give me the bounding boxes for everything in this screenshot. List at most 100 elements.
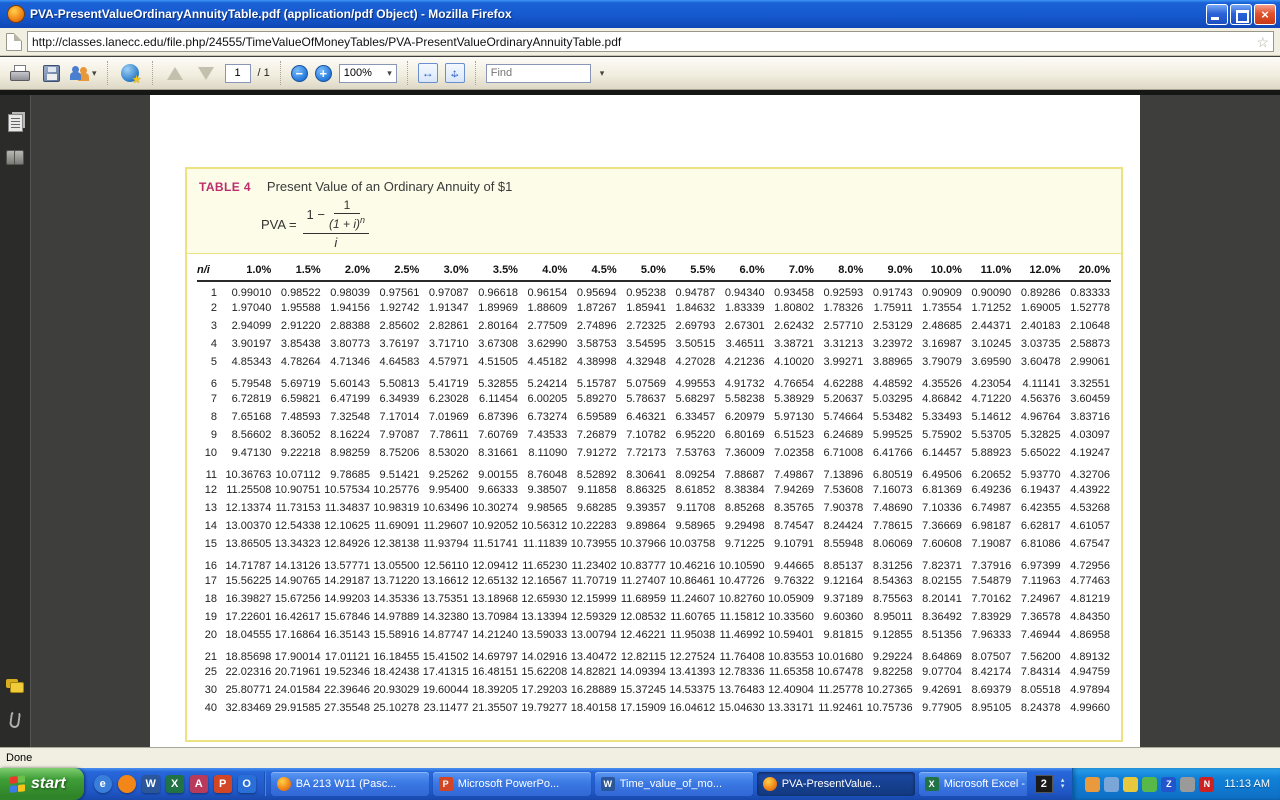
value-cell: 6.23028	[420, 390, 469, 408]
value-cell: 10.10590	[716, 553, 765, 572]
value-cell: 17.16864	[272, 626, 321, 644]
find-field[interactable]	[486, 64, 591, 83]
value-cell: 1.69005	[1012, 299, 1061, 317]
value-cell: 5.60143	[322, 371, 371, 390]
word-icon[interactable]: W	[142, 775, 160, 793]
toolbar-chevrons-icon[interactable]: ▴▾	[1061, 778, 1065, 790]
firefox-icon[interactable]	[118, 775, 136, 793]
zoom-in-button[interactable]: +	[315, 65, 332, 82]
print-button[interactable]	[8, 60, 32, 86]
value-cell: 6.59589	[568, 408, 617, 426]
internet-explorer-icon[interactable]: e	[94, 775, 112, 793]
value-cell: 14.97889	[371, 608, 420, 626]
value-cell: 12.56110	[420, 553, 469, 572]
url-input[interactable]	[32, 35, 1256, 49]
value-cell: 8.30641	[618, 462, 667, 481]
value-cell: 1.83339	[716, 299, 765, 317]
excel-icon[interactable]: X	[166, 775, 184, 793]
collaborate-button[interactable]: ▾	[70, 60, 97, 86]
bookmark-star-icon[interactable]: ☆	[1256, 35, 1269, 49]
fit-page-button[interactable]: ↔↕	[445, 63, 465, 83]
value-cell: 8.05518	[1012, 681, 1061, 699]
value-cell: 9.29224	[864, 644, 913, 663]
taskbar-task[interactable]: PMicrosoft PowerPo...	[433, 772, 591, 796]
value-cell: 9.39357	[618, 499, 667, 517]
minimize-button[interactable]	[1206, 4, 1228, 25]
value-cell: 15.62208	[519, 663, 568, 681]
powerpoint-icon[interactable]: P	[214, 775, 232, 793]
taskbar-task[interactable]: WTime_value_of_mo...	[595, 772, 753, 796]
fit-width-button[interactable]: ↔	[418, 63, 438, 83]
value-cell: 2.44371	[963, 317, 1012, 335]
value-cell: 6.74987	[963, 499, 1012, 517]
pdf-canvas[interactable]: TABLE 4 Present Value of an Ordinary Ann…	[31, 95, 1280, 747]
value-cell: 22.39646	[322, 681, 371, 699]
browser-window: PVA-PresentValueOrdinaryAnnuityTable.pdf…	[0, 0, 1280, 800]
start-button[interactable]: start	[0, 768, 84, 800]
network-icon[interactable]	[1104, 777, 1119, 792]
url-field[interactable]: ☆	[27, 31, 1274, 52]
attachments-icon[interactable]	[9, 710, 21, 728]
period-cell: 3	[197, 317, 223, 335]
value-cell: 6.20652	[963, 462, 1012, 481]
period-cell: 2	[197, 299, 223, 317]
page-number-input[interactable]	[225, 64, 251, 83]
value-cell: 6.42355	[1012, 499, 1061, 517]
search-icon[interactable]	[6, 150, 24, 163]
zoom-level-select[interactable]: 100%▾	[339, 64, 397, 83]
period-cell: 15	[197, 535, 223, 553]
security-shield-icon[interactable]	[1123, 777, 1138, 792]
access-icon[interactable]: A	[190, 775, 208, 793]
table-row: 76.728196.598216.471996.349396.230286.11…	[197, 390, 1111, 408]
value-cell: 7.97087	[371, 426, 420, 444]
value-cell: 0.89286	[1012, 281, 1061, 299]
outlook-icon[interactable]: O	[238, 775, 256, 793]
taskbar-tasks: BA 213 W11 (Pasc...PMicrosoft PowerPo...…	[265, 772, 1027, 796]
value-cell: 9.82258	[864, 663, 913, 681]
language-indicator[interactable]: 2	[1035, 775, 1053, 793]
volume-icon[interactable]	[1180, 777, 1195, 792]
antivirus-icon[interactable]	[1142, 777, 1157, 792]
value-cell: 3.62990	[519, 335, 568, 353]
value-cell: 6.51523	[766, 426, 815, 444]
value-cell: 9.38507	[519, 481, 568, 499]
save-button[interactable]	[39, 60, 63, 86]
comments-icon[interactable]	[6, 679, 24, 693]
value-cell: 3.16987	[914, 335, 963, 353]
table-row: 21.970401.955881.941561.927421.913471.89…	[197, 299, 1111, 317]
value-cell: 3.85438	[272, 335, 321, 353]
column-header: 11.0%	[963, 258, 1012, 281]
taskbar-task[interactable]: BA 213 W11 (Pasc...	[271, 772, 429, 796]
pages-panel-icon[interactable]	[8, 114, 23, 132]
value-cell: 6.81369	[914, 481, 963, 499]
netsupport-icon[interactable]: N	[1199, 777, 1214, 792]
value-cell: 4.23054	[963, 371, 1012, 390]
close-button[interactable]: ×	[1254, 4, 1276, 25]
value-cell: 9.22218	[272, 444, 321, 462]
value-cell: 4.51505	[470, 353, 519, 371]
zonealarm-icon[interactable]: Z	[1161, 777, 1176, 792]
zoom-out-button[interactable]: −	[291, 65, 308, 82]
value-cell: 9.47130	[223, 444, 272, 462]
value-cell: 8.42174	[963, 663, 1012, 681]
find-input[interactable]	[487, 67, 637, 79]
table-row: 1513.8650513.3432312.8492612.3813811.937…	[197, 535, 1111, 553]
value-cell: 4.85343	[223, 353, 272, 371]
value-cell: 8.98259	[322, 444, 371, 462]
restore-button[interactable]	[1230, 4, 1252, 25]
powerpoint-icon: P	[439, 777, 453, 791]
web-button[interactable]	[118, 60, 142, 86]
value-cell: 11.73153	[272, 499, 321, 517]
value-cell: 12.59329	[568, 608, 617, 626]
previous-page-button[interactable]	[163, 60, 187, 86]
messenger-icon[interactable]	[1085, 777, 1100, 792]
taskbar-task[interactable]: PVA-PresentValue...	[757, 772, 915, 796]
value-cell: 18.04555	[223, 626, 272, 644]
next-page-button[interactable]	[194, 60, 218, 86]
value-cell: 3.76197	[371, 335, 420, 353]
value-cell: 4.56376	[1012, 390, 1061, 408]
table-row: 10.990100.985220.980390.975610.970870.96…	[197, 281, 1111, 299]
value-cell: 14.29187	[322, 572, 371, 590]
taskbar-task[interactable]: XMicrosoft Excel - r...	[919, 772, 1027, 796]
value-cell: 13.76483	[716, 681, 765, 699]
